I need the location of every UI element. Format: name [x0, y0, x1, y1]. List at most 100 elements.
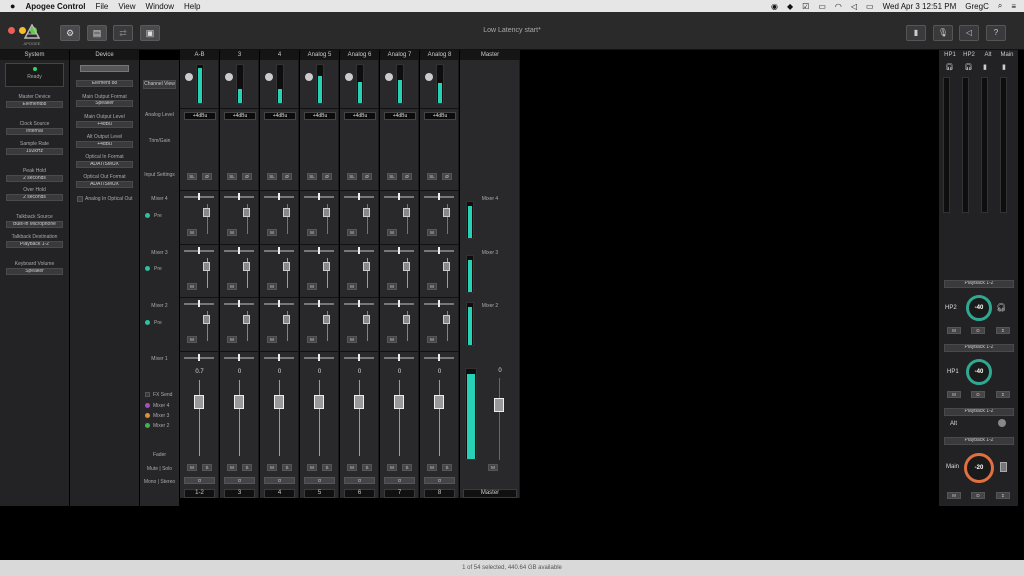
menu-view[interactable]: View [118, 2, 135, 11]
pan-handle[interactable] [358, 300, 360, 307]
send-level-knob[interactable] [243, 262, 250, 271]
solo-button[interactable]: S [402, 464, 412, 471]
master-fader-knob[interactable] [494, 398, 504, 412]
mono-stereo-button[interactable]: O [424, 477, 455, 484]
hp2-source-select[interactable]: Playback 1-2 [944, 280, 1014, 288]
send-mute-button[interactable]: M [427, 229, 437, 236]
settings-gear-button[interactable]: ⚙ [60, 25, 80, 41]
pan-handle[interactable] [438, 300, 440, 307]
pan-handle[interactable] [438, 354, 440, 361]
talkback-destination-select[interactable]: Playback 1-2 [6, 241, 63, 248]
dropbox-icon[interactable]: ◆ [787, 2, 793, 11]
list-icon[interactable]: ≡ [1011, 2, 1016, 11]
pan-handle[interactable] [398, 300, 400, 307]
main-volume-knob[interactable]: -20 [964, 453, 994, 483]
peak-hold-select[interactable]: 2 seconds [6, 175, 63, 182]
soft-limit-button[interactable]: SL [427, 173, 437, 180]
pan-handle[interactable] [398, 354, 400, 361]
mute-button[interactable]: M [387, 464, 397, 471]
record-icon[interactable]: ◉ [771, 2, 778, 11]
input-knob-icon[interactable] [345, 73, 353, 81]
send-level-knob[interactable] [283, 315, 290, 324]
send-mute-button[interactable]: M [227, 283, 237, 290]
solo-button[interactable]: S [282, 464, 292, 471]
send-level-knob[interactable] [203, 262, 210, 271]
input-knob-icon[interactable] [385, 73, 393, 81]
analog-level-select[interactable]: +4dBu [424, 112, 456, 120]
keyboard-volume-select[interactable]: Speaker [6, 268, 63, 275]
send-mute-button[interactable]: M [187, 336, 197, 343]
mute-button[interactable]: M [227, 464, 237, 471]
mute-button[interactable]: M [307, 464, 317, 471]
analog-in-optical-out-checkbox[interactable] [77, 196, 83, 202]
soft-limit-button[interactable]: SL [227, 173, 237, 180]
pan-handle[interactable] [318, 354, 320, 361]
input-knob-icon[interactable] [265, 73, 273, 81]
hp1-source-select[interactable]: Playback 1-2 [944, 344, 1014, 352]
send-mute-button[interactable]: M [307, 229, 317, 236]
hp2-volume-knob[interactable]: -40 [966, 295, 992, 321]
send-level-knob[interactable] [323, 208, 330, 217]
clock-source-select[interactable]: Internal [6, 128, 63, 135]
send-mute-button[interactable]: M [427, 283, 437, 290]
send-level-knob[interactable] [363, 208, 370, 217]
send-mute-button[interactable]: M [387, 283, 397, 290]
main-output-level-select[interactable]: +4dBu [76, 121, 133, 128]
fx-send-checkbox[interactable] [145, 392, 150, 397]
send-mute-button[interactable]: M [387, 336, 397, 343]
input-knob-icon[interactable] [305, 73, 313, 81]
send-mute-button[interactable]: M [267, 229, 277, 236]
solo-button[interactable]: S [242, 464, 252, 471]
sample-rate-select[interactable]: 192kHz [6, 148, 63, 155]
pan-handle[interactable] [318, 247, 320, 254]
input-knob-icon[interactable] [225, 73, 233, 81]
device-name[interactable]: Element 88 [76, 80, 133, 87]
pan-handle[interactable] [278, 300, 280, 307]
hp1-volume-knob[interactable]: -40 [966, 359, 992, 385]
menu-app-name[interactable]: Apogee Control [25, 2, 85, 11]
send-level-knob[interactable] [403, 262, 410, 271]
phase-invert-button[interactable]: Ø [442, 173, 452, 180]
menu-help[interactable]: Help [184, 2, 200, 11]
mono-stereo-button[interactable]: O [384, 477, 415, 484]
mute-button[interactable]: M [427, 464, 437, 471]
master-device-select[interactable]: Element88 [6, 101, 63, 108]
input-knob-icon[interactable] [185, 73, 193, 81]
pan-handle[interactable] [198, 354, 200, 361]
pan-handle[interactable] [198, 247, 200, 254]
send-mute-button[interactable]: M [427, 336, 437, 343]
pan-handle[interactable] [318, 300, 320, 307]
alt-source-select[interactable]: Playback 1-2 [944, 408, 1014, 416]
soft-limit-button[interactable]: SL [347, 173, 357, 180]
mono-stereo-button[interactable]: O [304, 477, 335, 484]
phase-invert-button[interactable]: Ø [362, 173, 372, 180]
pan-handle[interactable] [398, 193, 400, 200]
send-level-knob[interactable] [283, 208, 290, 217]
main-dim-button[interactable]: D [971, 492, 985, 499]
main-output-format-select[interactable]: Speaker [76, 100, 133, 107]
apple-menu-icon[interactable]: ● [10, 1, 15, 11]
mixer-view-button[interactable]: ▤ [87, 25, 107, 41]
phase-invert-button[interactable]: Ø [202, 173, 212, 180]
phase-invert-button[interactable]: Ø [282, 173, 292, 180]
checkbox-icon[interactable]: ☑ [802, 2, 809, 11]
help-button[interactable]: ? [986, 25, 1006, 41]
fader-knob[interactable] [394, 395, 404, 409]
optical-out-select[interactable]: ADAT/SMUX [76, 181, 133, 188]
spotlight-icon[interactable]: ⌕ [998, 1, 1002, 11]
battery-icon[interactable]: ▭ [866, 2, 874, 11]
pan-handle[interactable] [238, 354, 240, 361]
mixer3-select-led[interactable] [145, 413, 150, 418]
send-level-knob[interactable] [443, 208, 450, 217]
send-level-knob[interactable] [443, 262, 450, 271]
fader-knob[interactable] [314, 395, 324, 409]
pre-led-mixer4[interactable] [145, 213, 150, 218]
fader-knob[interactable] [434, 395, 444, 409]
send-mute-button[interactable]: M [347, 336, 357, 343]
menu-user[interactable]: GregC [965, 2, 989, 11]
talkback-button[interactable]: 🎙︎ [933, 25, 953, 41]
pan-handle[interactable] [278, 354, 280, 361]
pan-handle[interactable] [438, 193, 440, 200]
pan-handle[interactable] [198, 300, 200, 307]
mute-button[interactable]: M [267, 464, 277, 471]
